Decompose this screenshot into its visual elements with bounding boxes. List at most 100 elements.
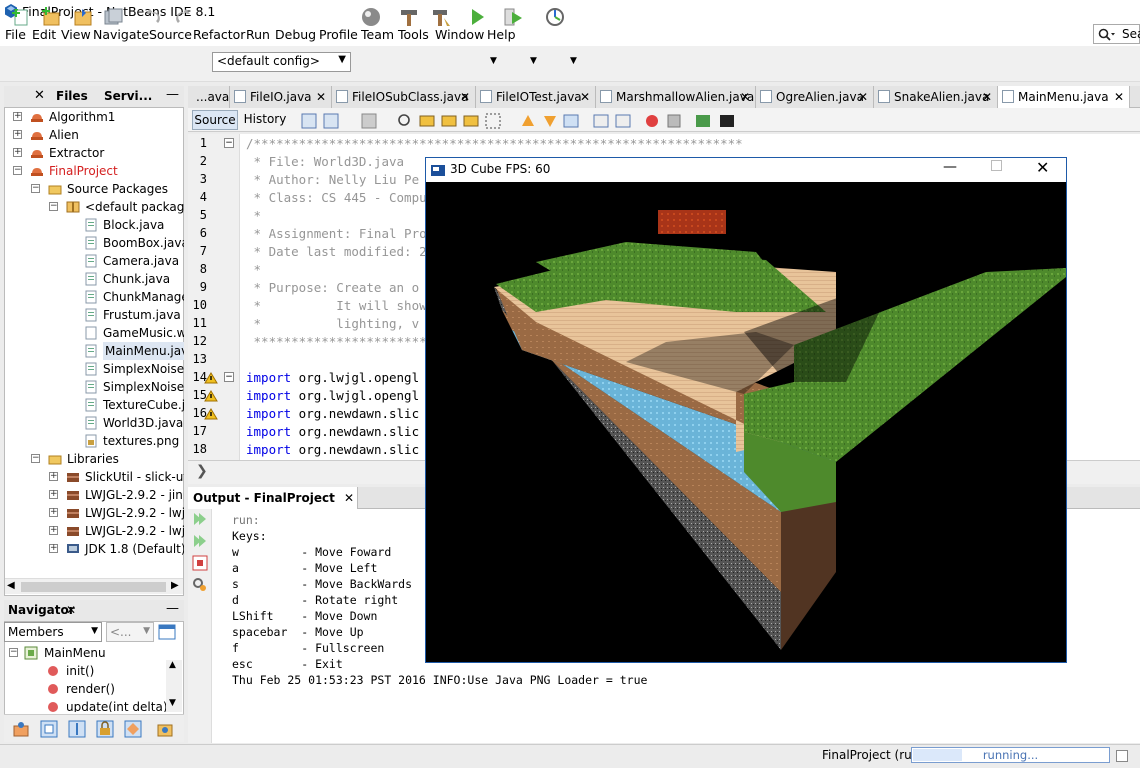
project-tree-item[interactable]: SimplexNoise_oc: [4, 378, 184, 396]
project-tree-item[interactable]: + JDK 1.8 (Default): [4, 540, 184, 558]
clean-build-icon[interactable]: [360, 6, 382, 28]
navigator-root[interactable]: − MainMenu: [8, 644, 178, 662]
warning-icon[interactable]: [204, 408, 218, 420]
cancel-task-icon[interactable]: [1116, 750, 1128, 762]
menu-team[interactable]: Team: [361, 27, 394, 42]
project-tree-item[interactable]: + LWJGL-2.9.2 - lwjgl_: [4, 522, 184, 540]
close-icon[interactable]: ✕: [460, 86, 470, 108]
profile-icon[interactable]: [544, 6, 566, 28]
open-project-icon[interactable]: [72, 6, 94, 28]
run-icon[interactable]: [466, 6, 488, 28]
menu-profile[interactable]: Profile: [319, 27, 358, 42]
close-icon[interactable]: ✕: [1114, 86, 1124, 108]
maximize-icon[interactable]: [991, 160, 1002, 171]
editor-tab[interactable]: FileIOSubClass.java ✕: [332, 86, 476, 108]
tab-files[interactable]: Files: [56, 89, 88, 103]
close-icon[interactable]: ✕: [580, 86, 590, 108]
menu-run[interactable]: Run: [246, 27, 270, 42]
menu-refactor[interactable]: Refactor: [193, 27, 245, 42]
expand-icon[interactable]: +: [13, 130, 22, 139]
project-tree-item[interactable]: ChunkManager.j: [4, 288, 184, 306]
project-tree-item[interactable]: World3D.java: [4, 414, 184, 432]
collapse-icon[interactable]: −: [31, 184, 40, 193]
minimize-icon[interactable]: —: [943, 159, 957, 175]
navigator-member[interactable]: render(): [46, 680, 176, 698]
editor-tab[interactable]: OgreAlien.java ✕: [756, 86, 874, 108]
warning-icon[interactable]: [204, 390, 218, 402]
filter-nonpublic-icon[interactable]: [68, 720, 86, 738]
menu-tools[interactable]: Tools: [398, 27, 429, 42]
editor-toolbar-icons[interactable]: [300, 112, 740, 130]
collapse-icon[interactable]: −: [31, 454, 40, 463]
menu-source[interactable]: Source: [149, 27, 192, 42]
navigator-member[interactable]: update(int delta): [46, 698, 176, 712]
tab-navigator[interactable]: Navigator: [8, 603, 75, 617]
navigator-options-icon[interactable]: [158, 624, 176, 640]
project-tree-item[interactable]: − Libraries: [4, 450, 184, 468]
quick-search-input[interactable]: Sea: [1093, 24, 1140, 44]
project-tree-item[interactable]: + LWJGL-2.9.2 - lwjgl.: [4, 504, 184, 522]
expand-icon[interactable]: +: [49, 490, 58, 499]
project-tree-item[interactable]: + SlickUtil - slick-util.jar: [4, 468, 184, 486]
filter-static-icon[interactable]: [40, 720, 58, 738]
expand-icon[interactable]: +: [13, 148, 22, 157]
chevron-right-icon[interactable]: ❯: [196, 463, 208, 479]
3d-cube-canvas[interactable]: [426, 182, 1066, 662]
run-dropdown-icon[interactable]: ▼: [490, 56, 497, 66]
menu-file[interactable]: File: [5, 27, 26, 42]
config-select[interactable]: <default config> ▼: [212, 52, 351, 72]
debug-dropdown-icon[interactable]: ▼: [530, 56, 537, 66]
lock-icon[interactable]: [96, 720, 114, 738]
close-icon[interactable]: ✕: [740, 86, 750, 108]
collapse-icon[interactable]: −: [49, 202, 58, 211]
collapse-icon[interactable]: −: [13, 166, 22, 175]
project-tree-item[interactable]: − <default package>: [4, 198, 184, 216]
menu-view[interactable]: View: [61, 27, 91, 42]
scroll-left-icon[interactable]: ◀: [7, 580, 15, 591]
members-filter-select[interactable]: Members ▼: [4, 622, 102, 642]
editor-tab[interactable]: MarshmallowAlien.java ✕: [596, 86, 756, 108]
warning-icon[interactable]: [204, 372, 218, 384]
project-tree-item[interactable]: Camera.java: [4, 252, 184, 270]
project-tree-item[interactable]: GameMusic.wav: [4, 324, 184, 342]
project-tree-item[interactable]: − FinalProject: [4, 162, 184, 180]
project-tree-item[interactable]: TextureCube.jav: [4, 396, 184, 414]
new-file-icon[interactable]: [10, 6, 32, 28]
editor-tab[interactable]: ...ava: [188, 86, 230, 108]
close-icon[interactable]: ✕: [344, 487, 354, 509]
collapse-icon[interactable]: −: [9, 648, 18, 657]
debug-icon[interactable]: [502, 6, 524, 28]
scroll-right-icon[interactable]: ▶: [171, 580, 179, 591]
minimize-icon[interactable]: —: [166, 601, 179, 616]
clean-and-build-icon[interactable]: [430, 6, 452, 28]
close-icon[interactable]: ✕: [858, 86, 868, 108]
profile-dropdown-icon[interactable]: ▼: [570, 56, 577, 66]
editor-tab[interactable]: FileIO.java ✕: [230, 86, 332, 108]
close-icon[interactable]: ✕: [1036, 158, 1049, 177]
scroll-thumb[interactable]: [21, 582, 166, 592]
expand-icon[interactable]: +: [49, 508, 58, 517]
close-icon[interactable]: ✕: [982, 86, 992, 108]
editor-tab[interactable]: FileIOTest.java ✕: [476, 86, 596, 108]
filter-fields-icon[interactable]: [12, 720, 30, 738]
navigator-scrollbar[interactable]: ▲ ▼: [166, 660, 182, 712]
project-tree-item[interactable]: + Algorithm1: [4, 108, 184, 126]
filter-inherited-icon[interactable]: [124, 720, 142, 738]
rerun-icon[interactable]: [192, 511, 208, 527]
fold-icon[interactable]: −: [224, 138, 234, 148]
project-tree-item[interactable]: + Extractor: [4, 144, 184, 162]
build-icon[interactable]: [398, 6, 420, 28]
navigator-secondary-select[interactable]: <... ▼: [106, 622, 154, 642]
expand-icon[interactable]: +: [13, 112, 22, 121]
editor-tab[interactable]: SnakeAlien.java ✕: [874, 86, 998, 108]
menu-window[interactable]: Window: [435, 27, 484, 42]
stop-icon[interactable]: [192, 555, 208, 571]
project-tree-item[interactable]: BoomBox.java: [4, 234, 184, 252]
menu-edit[interactable]: Edit: [32, 27, 56, 42]
navigator-member[interactable]: init(): [46, 662, 176, 680]
menu-debug[interactable]: Debug: [275, 27, 316, 42]
minimize-icon[interactable]: —: [166, 87, 179, 102]
project-tree-item[interactable]: Chunk.java: [4, 270, 184, 288]
close-icon[interactable]: ✕: [316, 86, 326, 108]
editor-tab-active[interactable]: MainMenu.java ✕: [998, 86, 1130, 108]
